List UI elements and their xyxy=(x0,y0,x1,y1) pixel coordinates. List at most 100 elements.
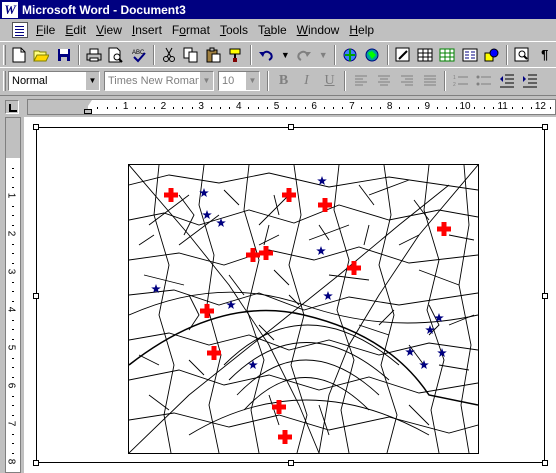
tab-stop-selector[interactable] xyxy=(5,100,19,114)
toolbar-grip[interactable] xyxy=(3,70,6,91)
ruler-number: 5 xyxy=(5,344,17,351)
standard-toolbar: ABC ▼ ▼ ¶ xyxy=(0,41,556,67)
ruler-tick xyxy=(436,107,438,109)
document-page[interactable] xyxy=(24,117,556,473)
tables-borders-icon[interactable] xyxy=(392,44,414,66)
decrease-indent-icon[interactable] xyxy=(495,70,518,92)
ruler-tick xyxy=(219,107,221,109)
font-select[interactable]: Times New Roman ▼ xyxy=(104,70,214,91)
red-cross-icon xyxy=(259,246,273,260)
ruler-tick xyxy=(342,107,344,109)
ruler-number: 7 xyxy=(5,420,17,427)
ruler-tick xyxy=(12,414,14,416)
svg-text:1: 1 xyxy=(453,75,456,81)
street-line xyxy=(138,324,470,376)
ruler-tick xyxy=(446,107,448,109)
blue-star-icon xyxy=(419,360,429,369)
insert-excel-icon[interactable] xyxy=(436,44,458,66)
menu-window[interactable]: Window xyxy=(292,23,345,37)
ruler-tick xyxy=(106,107,108,109)
document-control-icon[interactable] xyxy=(12,22,28,38)
underline-button[interactable]: U xyxy=(318,70,341,92)
open-folder-icon[interactable] xyxy=(30,44,52,66)
chevron-down-icon[interactable]: ▼ xyxy=(85,71,99,90)
new-document-icon[interactable] xyxy=(8,44,30,66)
insert-table-icon[interactable] xyxy=(414,44,436,66)
toolbar-grip[interactable] xyxy=(3,44,6,65)
style-select[interactable]: Normal ▼ xyxy=(8,70,100,91)
ruler-tick xyxy=(12,167,14,169)
save-icon[interactable] xyxy=(53,44,75,66)
resize-handle-top-left[interactable] xyxy=(33,124,39,130)
ruler-tick xyxy=(182,107,184,109)
increase-indent-icon[interactable] xyxy=(518,70,541,92)
columns-icon[interactable] xyxy=(459,44,481,66)
left-indent-marker[interactable] xyxy=(84,109,92,114)
italic-button[interactable]: I xyxy=(295,70,318,92)
align-left-icon[interactable] xyxy=(349,70,372,92)
formatting-toolbar: Normal ▼ Times New Roman ▼ 10 ▼ B I U 1 xyxy=(0,67,556,93)
redo-icon[interactable] xyxy=(293,44,315,66)
street-line xyxy=(143,269,460,296)
menu-table[interactable]: Table xyxy=(253,23,292,37)
print-icon[interactable] xyxy=(83,44,105,66)
paste-icon[interactable] xyxy=(203,44,225,66)
street-map-image[interactable] xyxy=(128,164,479,454)
ruler-tick xyxy=(144,107,146,109)
drawing-icon[interactable] xyxy=(481,44,503,66)
ruler-tick xyxy=(12,300,14,302)
chevron-down-icon[interactable]: ▼ xyxy=(245,71,259,90)
chevron-down-icon[interactable]: ▼ xyxy=(199,71,213,90)
bold-button[interactable]: B xyxy=(272,70,295,92)
resize-handle-bottom[interactable] xyxy=(288,460,294,466)
ruler-tick xyxy=(135,107,137,109)
picture-selection-frame[interactable] xyxy=(33,124,548,466)
resize-handle-left[interactable] xyxy=(33,293,39,299)
menu-tools[interactable]: Tools xyxy=(215,23,253,37)
ruler-tick xyxy=(12,376,14,378)
redo-dropdown-icon[interactable]: ▼ xyxy=(315,44,331,66)
first-line-indent-marker[interactable] xyxy=(84,100,92,106)
street-line xyxy=(318,165,478,453)
align-center-icon[interactable] xyxy=(372,70,395,92)
ruler-tick xyxy=(12,329,14,330)
format-painter-icon[interactable] xyxy=(225,44,247,66)
spelling-grammar-icon[interactable]: ABC xyxy=(128,44,150,66)
undo-icon[interactable] xyxy=(255,44,277,66)
red-cross-icon xyxy=(272,400,286,414)
menu-insert[interactable]: Insert xyxy=(127,23,167,37)
ruler-tick xyxy=(12,262,14,264)
ruler-margin-top xyxy=(6,118,20,158)
menu-help[interactable]: Help xyxy=(344,23,379,37)
resize-handle-bottom-left[interactable] xyxy=(33,460,39,466)
menu-view[interactable]: View xyxy=(91,23,127,37)
resize-handle-top[interactable] xyxy=(288,124,294,130)
show-hide-paragraph-icon[interactable]: ¶ xyxy=(534,44,556,66)
web-toolbar-icon[interactable] xyxy=(361,44,383,66)
ruler-number: 1 xyxy=(122,101,129,112)
menu-edit[interactable]: Edit xyxy=(60,23,91,37)
numbering-icon[interactable]: 12 xyxy=(449,70,472,92)
align-right-icon[interactable] xyxy=(395,70,418,92)
undo-dropdown-icon[interactable]: ▼ xyxy=(278,44,294,66)
font-size-select[interactable]: 10 ▼ xyxy=(218,70,260,91)
ruler-tick xyxy=(257,107,259,109)
document-map-icon[interactable] xyxy=(511,44,533,66)
resize-handle-top-right[interactable] xyxy=(542,124,548,130)
red-cross-icon xyxy=(164,188,178,202)
resize-handle-right[interactable] xyxy=(542,293,548,299)
word-app-icon[interactable]: W xyxy=(2,1,18,18)
horizontal-ruler[interactable]: 1 2 3 4 5 6 7 8 9 10 11 12 xyxy=(27,99,556,115)
justify-icon[interactable] xyxy=(418,70,441,92)
copy-icon[interactable] xyxy=(180,44,202,66)
menu-format[interactable]: Format xyxy=(167,23,215,37)
ruler-tick xyxy=(417,107,419,109)
bullets-icon[interactable] xyxy=(472,70,495,92)
menu-file[interactable]: File xyxy=(31,23,60,37)
print-preview-icon[interactable] xyxy=(105,44,127,66)
insert-hyperlink-icon[interactable] xyxy=(339,44,361,66)
resize-handle-bottom-right[interactable] xyxy=(542,460,548,466)
vertical-ruler[interactable]: 1 2 3 4 5 6 7 8 xyxy=(5,117,21,473)
cut-icon[interactable] xyxy=(158,44,180,66)
toolbar-separator xyxy=(250,44,253,65)
